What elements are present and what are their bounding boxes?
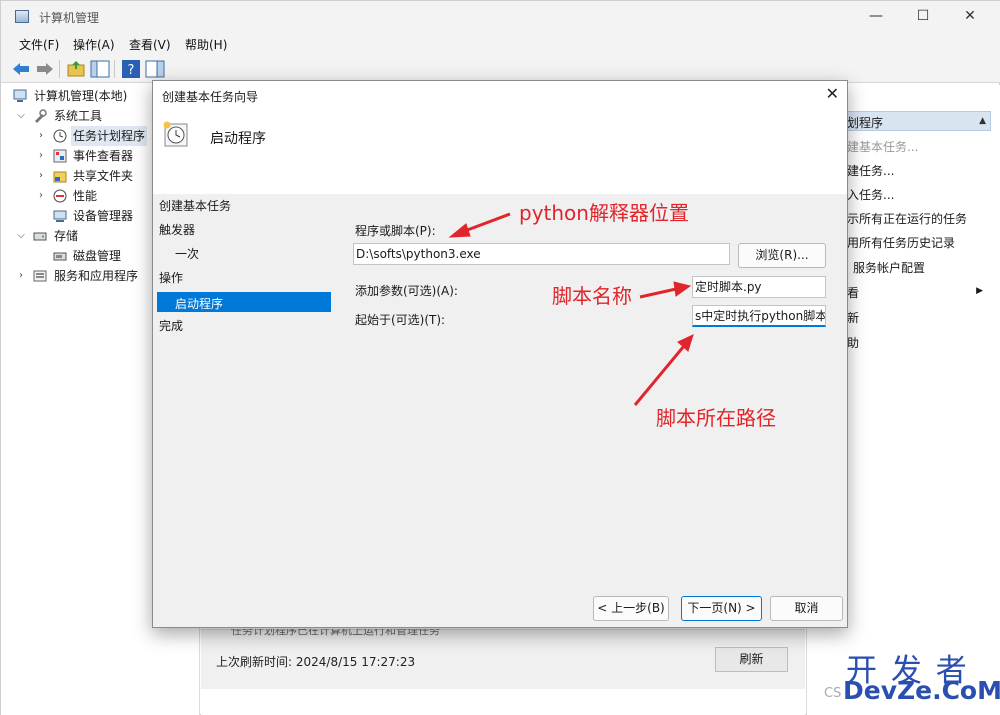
program-label: 程序或脚本(P): xyxy=(355,224,436,238)
partially-hidden-text: 任务计划程序已在计算机上运行和管理任务 xyxy=(231,629,440,637)
computer-management-icon xyxy=(15,10,29,23)
tree-item-label: 设备管理器 xyxy=(73,209,134,223)
tree-item-label: 计算机管理(本地) xyxy=(34,89,128,103)
step-action: 操作 xyxy=(159,271,184,285)
refresh-button[interactable]: 刷新 xyxy=(715,647,788,672)
start-in-label: 起始于(可选)(T): xyxy=(355,313,446,327)
next-button[interactable]: 下一页(N) > xyxy=(681,596,762,621)
show-action-pane-icon[interactable] xyxy=(145,59,165,79)
dialog-title-bar: 创建基本任务向导 ✕ xyxy=(153,81,847,108)
args-label: 添加参数(可选)(A): xyxy=(355,284,458,298)
chevron-right-icon[interactable]: › xyxy=(35,166,47,186)
toolbar-separator xyxy=(114,60,115,78)
collapse-up-icon[interactable]: ▲ xyxy=(979,116,986,126)
tree-item-label: 任务计划程序 xyxy=(71,126,148,146)
performance-icon xyxy=(53,189,67,203)
window-title: 计算机管理 xyxy=(39,11,100,25)
task-clock-icon xyxy=(163,121,188,147)
maximize-button[interactable]: ☐ xyxy=(900,1,946,33)
help-icon[interactable]: ? xyxy=(121,59,141,79)
menu-action[interactable]: 操作(A) xyxy=(73,36,115,53)
action-view[interactable]: 看 xyxy=(847,284,859,301)
watermark-bottom: DevZe.CoM xyxy=(843,676,1000,705)
action-refresh[interactable]: 新 xyxy=(847,309,859,326)
menu-bar: 文件(F) 操作(A) 查看(V) 帮助(H) xyxy=(1,33,1000,55)
action-create-basic-task[interactable]: 建基本任务... xyxy=(847,138,918,155)
action-create-task[interactable]: 建任务... xyxy=(847,162,894,179)
services-icon xyxy=(33,270,47,282)
tree-item-label: 性能 xyxy=(73,189,98,203)
tree-item-label: 系统工具 xyxy=(54,109,103,123)
show-hide-tree-icon[interactable] xyxy=(90,59,110,79)
chevron-down-icon[interactable]: ⌵ xyxy=(15,226,27,246)
action-enable-history[interactable]: 用所有任务历史记录 xyxy=(847,234,955,251)
toolbar-separator xyxy=(59,60,60,78)
action-show-running-tasks[interactable]: 示所有正在运行的任务 xyxy=(847,210,967,227)
dialog-header-title: 启动程序 xyxy=(210,131,266,147)
watermark-prefix: CS xyxy=(824,686,842,701)
device-manager-icon xyxy=(53,210,67,222)
chevron-right-icon[interactable]: › xyxy=(35,186,47,206)
chevron-right-icon[interactable]: › xyxy=(35,126,47,146)
dialog-close-icon[interactable]: ✕ xyxy=(826,84,839,103)
args-input[interactable]: 定时脚本.py xyxy=(692,276,826,298)
step-once: 一次 xyxy=(175,247,200,261)
action-service-account[interactable]: 服务帐户配置 xyxy=(853,259,925,276)
annotation-script-path: 脚本所在路径 xyxy=(656,406,776,430)
cancel-button[interactable]: 取消 xyxy=(770,596,843,621)
tools-icon xyxy=(35,109,47,123)
annotation-interpreter: python解释器位置 xyxy=(519,201,689,225)
dialog-title: 创建基本任务向导 xyxy=(162,90,259,104)
chevron-right-icon[interactable]: › xyxy=(15,266,27,286)
chevron-right-icon[interactable]: › xyxy=(35,146,47,166)
chevron-down-icon[interactable]: ⌵ xyxy=(15,106,27,126)
up-folder-icon[interactable] xyxy=(66,59,86,79)
shared-folder-icon xyxy=(53,171,67,183)
computer-icon xyxy=(13,89,27,102)
step-create-basic-task: 创建基本任务 xyxy=(159,199,232,213)
last-refresh-text: 上次刷新时间: 2024/8/15 17:27:23 xyxy=(216,655,416,669)
event-viewer-icon xyxy=(53,149,67,163)
svg-text:?: ? xyxy=(128,63,135,78)
back-arrow-icon[interactable] xyxy=(11,59,31,79)
toolbar: ? xyxy=(1,55,1000,83)
annotation-script-name: 脚本名称 xyxy=(552,284,632,308)
tree-item-label: 磁盘管理 xyxy=(73,249,122,263)
tree-item-label: 事件查看器 xyxy=(73,149,134,163)
step-trigger: 触发器 xyxy=(159,223,196,237)
disk-icon xyxy=(53,252,67,261)
tree-item-label: 服务和应用程序 xyxy=(54,269,139,283)
create-basic-task-dialog: 创建基本任务向导 ✕ 启动程序 创建基本任务 触发器 一次 操作 启动程序 完成… xyxy=(152,80,848,628)
submenu-arrow-icon: ▶ xyxy=(976,286,983,296)
program-input[interactable]: D:\softs\python3.exe xyxy=(353,243,730,265)
dialog-header: 启动程序 xyxy=(153,108,847,194)
minimize-button[interactable]: — xyxy=(853,1,899,33)
menu-help[interactable]: 帮助(H) xyxy=(185,36,227,53)
action-help[interactable]: 助 xyxy=(847,334,859,351)
forward-arrow-icon[interactable] xyxy=(35,59,55,79)
start-in-input[interactable]: s中定时执行python脚本 xyxy=(692,305,826,327)
back-button[interactable]: < 上一步(B) xyxy=(593,596,669,621)
title-bar: 计算机管理 — ☐ ✕ xyxy=(1,1,1000,33)
clock-icon xyxy=(53,129,67,143)
action-import-task[interactable]: 入任务... xyxy=(847,186,894,203)
menu-view[interactable]: 查看(V) xyxy=(129,36,171,53)
tree-item-label: 共享文件夹 xyxy=(73,169,134,183)
close-button[interactable]: ✕ xyxy=(947,1,993,33)
actions-header-label: 划程序 xyxy=(847,116,884,130)
step-finish: 完成 xyxy=(159,319,184,333)
step-start-program: 启动程序 xyxy=(157,292,331,312)
browse-button[interactable]: 浏览(R)... xyxy=(738,243,826,268)
menu-file[interactable]: 文件(F) xyxy=(19,36,59,53)
tree-item-label: 存储 xyxy=(54,229,79,243)
storage-icon xyxy=(33,232,47,241)
